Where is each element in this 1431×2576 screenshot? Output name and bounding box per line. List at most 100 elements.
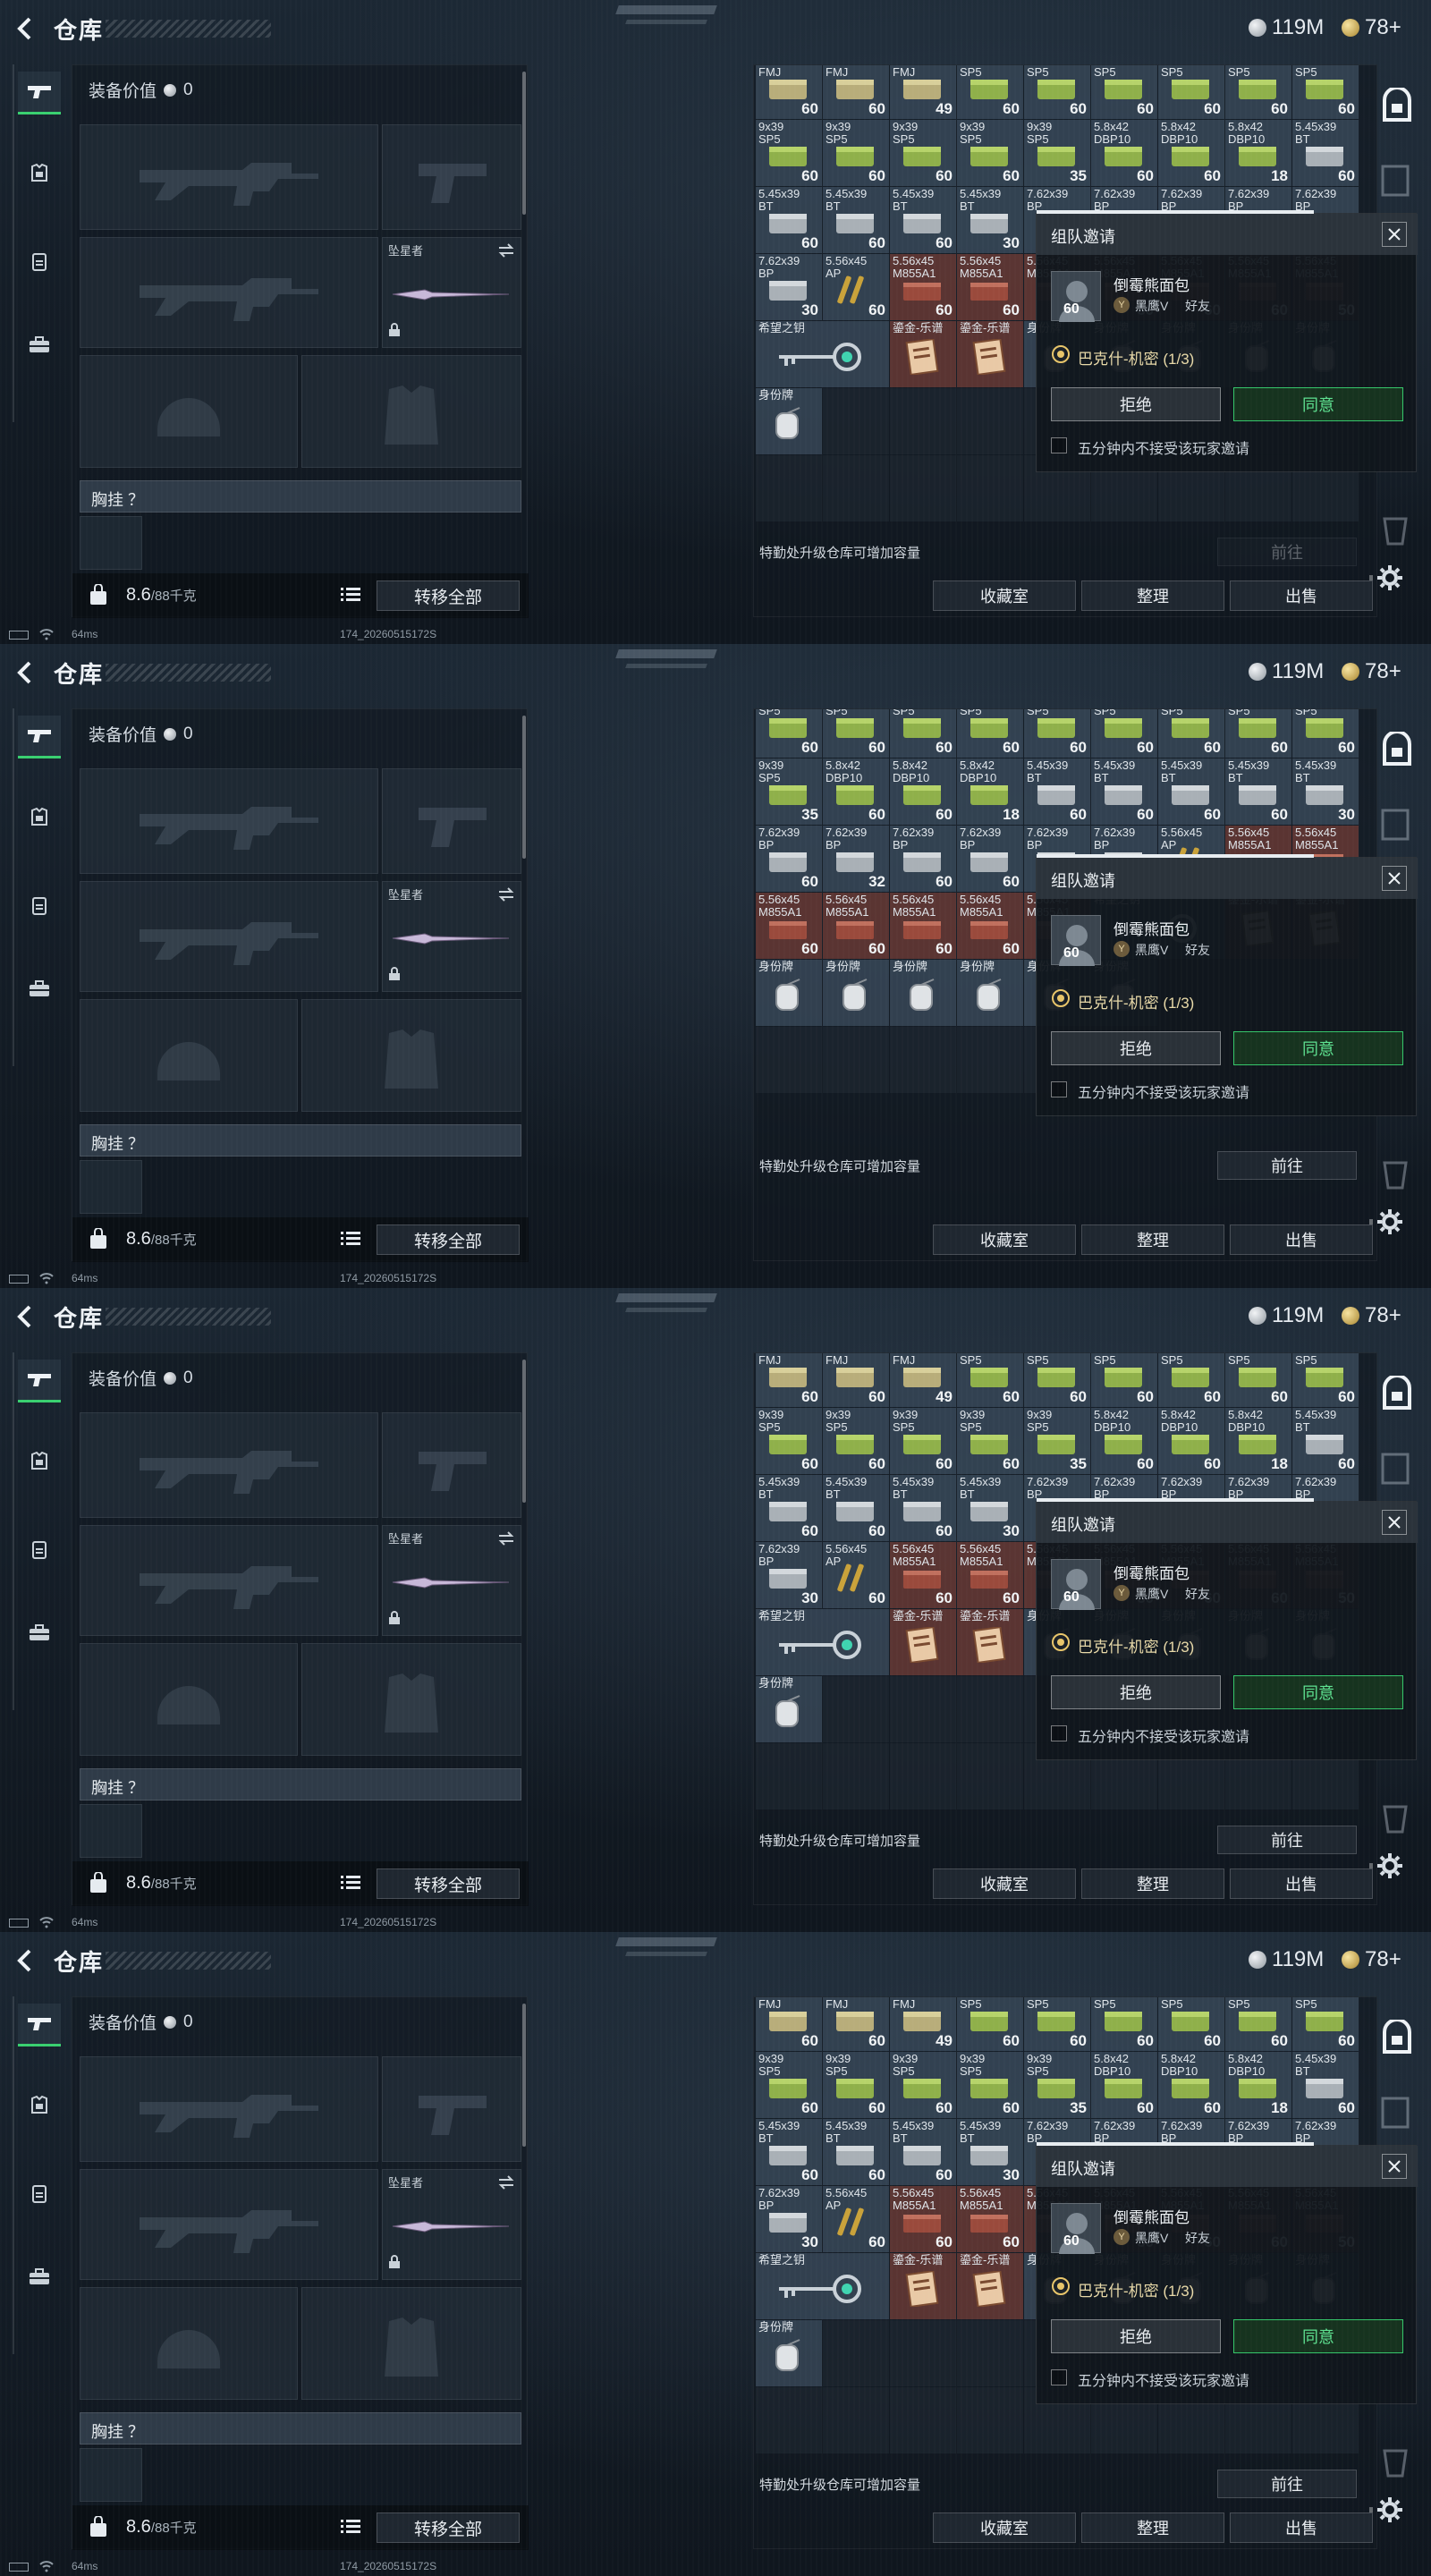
stash-item[interactable]: 9x39 SP5 60 xyxy=(1158,1997,1224,2051)
accept-button[interactable]: 同意 xyxy=(1233,387,1403,421)
stash-item[interactable]: 希望之钥 xyxy=(756,1609,889,1675)
stash-item[interactable]: 5.45x39 BT 60 xyxy=(1091,758,1157,825)
stash-item[interactable]: 5.8x42 DBP10 60 xyxy=(890,758,956,825)
stash-item[interactable]: 5.45x39 BT 60 xyxy=(756,2119,822,2185)
go-button[interactable]: 前往 xyxy=(1217,538,1357,566)
stash-item[interactable]: 5.45x39 BT 60 xyxy=(1292,1408,1359,1474)
stash-item[interactable]: 鎏金-乐谱 xyxy=(957,321,1023,387)
empty-stash-slot[interactable] xyxy=(890,388,956,454)
stash-item[interactable]: 5.56x45 M855A1 60 xyxy=(890,254,956,320)
melee-slot[interactable]: 坠星者 xyxy=(382,1525,521,1636)
stash-item[interactable]: 9x39 SP5 60 xyxy=(890,2052,956,2118)
stash-item[interactable]: 9x39 SP5 35 xyxy=(1024,1408,1090,1474)
helmet-slot[interactable] xyxy=(80,1643,298,1756)
list-icon[interactable] xyxy=(341,2519,360,2539)
stash-item[interactable]: 5.56x45 M855A1 60 xyxy=(890,893,956,959)
empty-stash-slot[interactable] xyxy=(890,2387,956,2453)
empty-stash-slot[interactable] xyxy=(890,1027,956,1093)
chevron-left-icon[interactable] xyxy=(13,1948,38,1973)
stash-item[interactable]: 9x39 SP5 60 xyxy=(1024,65,1090,119)
stash-item[interactable]: 5.45x39 BT 60 xyxy=(890,2119,956,2185)
chevron-left-icon[interactable] xyxy=(13,660,38,685)
stash-item[interactable]: 5.8x42 DBP10 60 xyxy=(1091,120,1157,186)
stash-item[interactable]: 身份牌 xyxy=(756,2320,822,2386)
accept-button[interactable]: 同意 xyxy=(1233,1675,1403,1709)
nav-backpack-tab[interactable] xyxy=(18,884,61,927)
gold-currency[interactable]: 78+ xyxy=(1342,14,1401,41)
mute-invites-checkbox[interactable] xyxy=(1051,437,1067,453)
sell-button[interactable]: 出售 xyxy=(1230,1868,1373,1899)
stash-item[interactable]: 5.56x45 M855A1 60 xyxy=(756,893,822,959)
secondary-rifle-slot[interactable] xyxy=(80,1525,378,1636)
chest-rig-slot[interactable]: 胸挂 ？ xyxy=(80,480,521,513)
stash-item[interactable]: 身份牌 xyxy=(890,960,956,1026)
transfer-all-button[interactable]: 转移全部 xyxy=(377,1868,520,1899)
safe-box-icon[interactable] xyxy=(1379,730,1415,772)
accept-button[interactable]: 同意 xyxy=(1233,2319,1403,2353)
empty-stash-slot[interactable] xyxy=(957,2320,1023,2386)
swap-icon[interactable] xyxy=(497,887,515,906)
empty-stash-slot[interactable] xyxy=(957,455,1023,521)
body-armor-slot[interactable] xyxy=(301,999,521,1112)
stash-item[interactable]: 5.8x42 DBP10 60 xyxy=(1158,2052,1224,2118)
body-armor-slot[interactable] xyxy=(301,355,521,468)
nav-armor-tab[interactable] xyxy=(18,1440,61,1483)
chevron-left-icon[interactable] xyxy=(13,16,38,41)
stash-item[interactable]: 5.45x39 BT 60 xyxy=(1292,2052,1359,2118)
container-icon[interactable] xyxy=(1379,807,1411,847)
sell-button[interactable]: 出售 xyxy=(1230,2512,1373,2543)
gear-icon[interactable] xyxy=(1376,564,1404,597)
stash-item[interactable]: 5.45x39 BT 60 xyxy=(823,2119,889,2185)
stash-item[interactable]: 5.56x45 AP 60 xyxy=(823,254,889,320)
stash-item[interactable]: 希望之钥 xyxy=(756,321,889,387)
stash-item[interactable]: 5.45x39 BT 60 xyxy=(1225,758,1291,825)
melee-slot[interactable]: 坠星者 xyxy=(382,2169,521,2280)
nav-weapons-tab[interactable] xyxy=(18,1360,61,1402)
helmet-slot[interactable] xyxy=(80,2287,298,2400)
gold-currency[interactable]: 78+ xyxy=(1342,1946,1401,1973)
stash-item[interactable]: 9x39 SP5 60 xyxy=(1292,1997,1359,2051)
stash-item[interactable]: 身份牌 xyxy=(756,388,822,454)
empty-stash-slot[interactable] xyxy=(957,2387,1023,2453)
stash-item[interactable]: 希望之钥 xyxy=(756,2253,889,2319)
stash-item[interactable]: 5.56x45 AP 60 xyxy=(823,1542,889,1608)
stash-item[interactable]: 9x39 SP5 60 xyxy=(890,709,956,758)
stash-item[interactable]: 5.8x42 DBP10 60 xyxy=(1158,120,1224,186)
sort-button[interactable]: 整理 xyxy=(1081,2512,1224,2543)
collection-room-button[interactable]: 收藏室 xyxy=(933,1224,1076,1255)
stash-item[interactable]: 鎏金-乐谱 xyxy=(890,321,956,387)
empty-stash-slot[interactable] xyxy=(756,2387,822,2453)
nav-armor-tab[interactable] xyxy=(18,2084,61,2127)
stash-item[interactable]: 6.8x51 FMJ 49 xyxy=(890,65,956,119)
container-icon[interactable] xyxy=(1379,2095,1411,2135)
stash-item[interactable]: 6.8x51 FMJ 60 xyxy=(756,65,822,119)
stash-item[interactable]: 5.8x42 DBP10 18 xyxy=(1225,120,1291,186)
helmet-slot[interactable] xyxy=(80,999,298,1112)
helmet-slot[interactable] xyxy=(80,355,298,468)
sell-button[interactable]: 出售 xyxy=(1230,580,1373,611)
collection-room-button[interactable]: 收藏室 xyxy=(933,2512,1076,2543)
stash-item[interactable]: 7.62x39 BP 32 xyxy=(823,826,889,892)
secondary-rifle-slot[interactable] xyxy=(80,237,378,348)
stash-item[interactable]: 9x39 SP5 60 xyxy=(1091,1997,1157,2051)
empty-stash-slot[interactable] xyxy=(957,1027,1023,1093)
stash-item[interactable]: 5.8x42 DBP10 18 xyxy=(957,758,1023,825)
stash-item[interactable]: 5.45x39 BT 60 xyxy=(756,187,822,253)
primary-weapon-slot[interactable] xyxy=(80,768,378,874)
stash-item[interactable]: 5.45x39 BT 30 xyxy=(957,1475,1023,1541)
stash-item[interactable]: 9x39 SP5 60 xyxy=(1292,709,1359,758)
close-icon[interactable] xyxy=(1382,1510,1407,1535)
stash-item[interactable]: 9x39 SP5 60 xyxy=(756,120,822,186)
stash-item[interactable]: 5.56x45 M855A1 60 xyxy=(957,2186,1023,2252)
secondary-rifle-slot[interactable] xyxy=(80,2169,378,2280)
stash-item[interactable]: 5.56x45 M855A1 60 xyxy=(890,2186,956,2252)
swap-icon[interactable] xyxy=(497,1531,515,1550)
empty-stash-slot[interactable] xyxy=(823,2320,889,2386)
stash-item[interactable]: 身份牌 xyxy=(823,960,889,1026)
list-icon[interactable] xyxy=(341,587,360,607)
stash-item[interactable]: 9x39 SP5 60 xyxy=(756,709,822,758)
stash-item[interactable]: 7.62x39 BP 30 xyxy=(756,254,822,320)
stash-item[interactable]: 9x39 SP5 60 xyxy=(1158,65,1224,119)
stash-item[interactable]: 5.45x39 BT 60 xyxy=(890,1475,956,1541)
stash-item[interactable]: 6.8x51 FMJ 60 xyxy=(756,1997,822,2051)
